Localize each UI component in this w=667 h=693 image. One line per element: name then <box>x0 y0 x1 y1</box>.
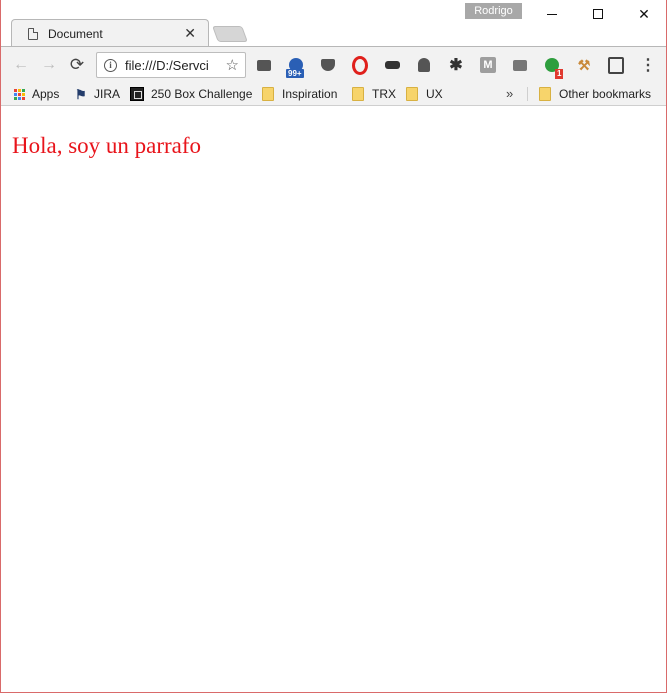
back-button[interactable]: ← <box>12 56 30 74</box>
apps-grid-dot <box>14 88 17 92</box>
lightbulb-icon[interactable] <box>608 57 624 73</box>
bookmark-label: UX <box>426 87 443 101</box>
apps-grid-dot <box>22 96 25 100</box>
minimize-icon <box>547 13 557 15</box>
url-text[interactable]: file:///D:/Servci <box>125 58 221 73</box>
profile-button[interactable]: Rodrigo <box>465 3 522 19</box>
maximize-button[interactable] <box>575 0 621 28</box>
bookmark-label: Other bookmarks <box>559 87 652 101</box>
maximize-icon <box>593 9 603 19</box>
close-icon: ✕ <box>638 5 650 22</box>
address-bar[interactable]: i file:///D:/Servci ☆ <box>96 52 246 78</box>
apps-grid-dot <box>22 88 25 92</box>
bookmark-label: 250 Box Challenge <box>151 87 253 101</box>
apps-grid-dot <box>14 96 17 100</box>
bookmark-250-box-challenge[interactable]: 250 Box Challenge <box>130 82 252 106</box>
bookmark-star-icon[interactable]: ☆ <box>226 56 239 74</box>
jira-icon: ⚑ <box>75 86 87 102</box>
apps-grid-dot <box>14 92 17 96</box>
mail-icon[interactable] <box>256 57 272 73</box>
bookmark-trx[interactable]: TRX <box>352 82 396 106</box>
apps-grid-dot <box>18 88 21 92</box>
apps-grid-dot <box>22 92 25 96</box>
bookmarks-divider <box>527 87 528 101</box>
hammer-icon[interactable]: ⚒ <box>576 57 592 73</box>
bookmark-label: Inspiration <box>282 87 338 101</box>
folder-icon <box>262 87 274 101</box>
pocket-icon[interactable] <box>320 57 336 73</box>
menu-icon[interactable]: ⋮ <box>640 57 656 74</box>
toolbar: ← → ⟳ i file:///D:/Servci ☆ 99+ ✱ M 1 ⚒ … <box>1 46 666 82</box>
bookmarks-bar: Apps ⚑ JIRA 250 Box Challenge Inspiratio… <box>1 82 666 106</box>
tab-close-icon[interactable]: ✕ <box>184 25 196 42</box>
opera-icon[interactable] <box>352 57 368 73</box>
page-content: Hola, soy un parrafo <box>2 107 666 692</box>
bookmark-label: TRX <box>372 87 396 101</box>
gear-icon[interactable]: ✱ <box>448 57 464 74</box>
ghostery-icon[interactable] <box>416 57 432 73</box>
browser-window: Rodrigo ✕ Document ✕ ← → ⟳ i file:///D:/… <box>0 0 667 693</box>
bookmark-label: Apps <box>32 87 60 101</box>
tab-title: Document <box>48 26 103 41</box>
m-icon[interactable]: M <box>480 57 496 73</box>
folder-icon <box>539 87 551 101</box>
bookmark-apps[interactable]: Apps <box>14 82 59 106</box>
notification-badge: 99+ <box>286 69 304 78</box>
info-icon[interactable]: i <box>104 58 117 72</box>
green-extension-badge: 1 <box>555 69 564 79</box>
reload-button[interactable]: ⟳ <box>68 56 86 74</box>
apps-grid-dot <box>18 92 21 96</box>
bookmark-ux[interactable]: UX <box>406 82 443 106</box>
close-window-button[interactable]: ✕ <box>621 0 667 28</box>
document-icon <box>28 27 38 40</box>
box-icon <box>130 87 144 101</box>
bookmark-jira[interactable]: ⚑ JIRA <box>75 82 120 106</box>
minimize-button[interactable] <box>529 0 575 28</box>
title-bar: Rodrigo ✕ Document ✕ <box>1 0 667 47</box>
camera-icon[interactable] <box>512 57 528 73</box>
page-paragraph: Hola, soy un parrafo <box>12 133 202 158</box>
bookmark-inspiration[interactable]: Inspiration <box>262 82 337 106</box>
forward-button[interactable]: → <box>40 56 58 74</box>
mask-icon[interactable] <box>384 57 400 73</box>
tab-document[interactable]: Document ✕ <box>11 19 209 47</box>
bookmarks-overflow-chevron-icon[interactable]: » <box>506 82 513 106</box>
new-tab-button[interactable] <box>212 26 248 42</box>
bookmark-label: JIRA <box>94 87 121 101</box>
apps-icon <box>14 88 25 100</box>
folder-icon <box>352 87 364 101</box>
apps-grid-dot <box>18 96 21 100</box>
bookmark-other-bookmarks[interactable]: Other bookmarks <box>539 82 651 106</box>
folder-icon <box>406 87 418 101</box>
